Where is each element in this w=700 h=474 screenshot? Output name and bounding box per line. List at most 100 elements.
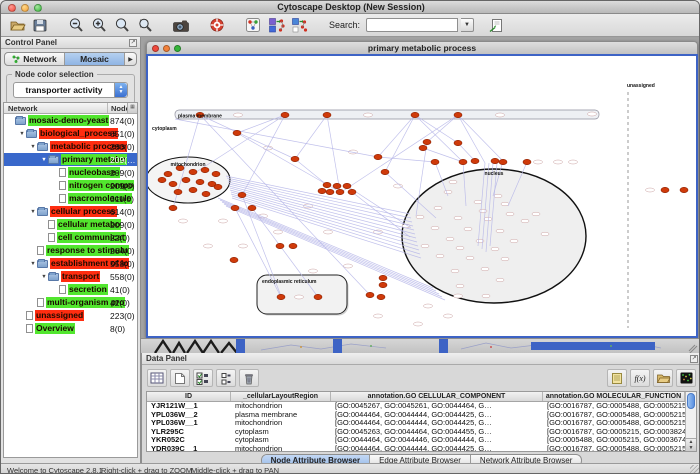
tree-row[interactable]: ▼establishment of lo558(0) — [4, 257, 137, 270]
network-node[interactable] — [379, 275, 387, 280]
zoom-in-icon[interactable] — [89, 16, 109, 35]
network-node[interactable] — [323, 112, 331, 117]
network-node[interactable] — [336, 189, 344, 194]
scrollbar-arrows[interactable]: ▲▼ — [686, 438, 696, 451]
column-header-cellular-component[interactable]: annotation.GO CELLULAR_COMPONENT — [331, 392, 543, 401]
network-node[interactable] — [169, 181, 177, 186]
network-node[interactable] — [212, 171, 220, 176]
tree-row[interactable]: ▼transport558(0) — [4, 270, 137, 283]
network-node[interactable] — [411, 112, 419, 117]
table-row[interactable]: YPL036W__2plasma membrane[GO:0044464, GO… — [147, 411, 685, 420]
layout-xy-icon[interactable] — [266, 16, 286, 35]
network-node[interactable] — [291, 156, 299, 161]
background-windows-strip[interactable] — [141, 338, 700, 353]
network-node[interactable] — [164, 171, 172, 176]
search-dropdown-arrow[interactable]: ▼ — [461, 18, 474, 32]
annotation-icon[interactable] — [486, 16, 506, 35]
network-node[interactable] — [661, 187, 669, 192]
disclosure-triangle[interactable]: ▼ — [40, 157, 48, 163]
network-node[interactable] — [201, 167, 209, 172]
disclosure-triangle[interactable]: ▼ — [29, 261, 37, 267]
tree-row[interactable]: multi-organism pro42(0) — [4, 296, 137, 309]
tree-row[interactable]: cell communicat22(0) — [4, 231, 137, 244]
tree-row[interactable]: ▼metabolic process280(0) — [4, 140, 137, 153]
network-node[interactable] — [323, 182, 331, 187]
network-node[interactable] — [238, 192, 246, 197]
table-row[interactable]: YJR121W__1mitochondrion[GO:0045267, GO:0… — [147, 402, 685, 411]
tree-row[interactable]: macromolecule311(0) — [4, 192, 137, 205]
network-node[interactable] — [523, 159, 531, 164]
column-header-molecular-function[interactable]: annotation.GO MOLECULAR_FUNCTION — [543, 392, 685, 401]
scrollbar-thumb[interactable] — [687, 393, 695, 409]
network-node[interactable] — [174, 189, 182, 194]
network-node[interactable] — [454, 140, 462, 145]
tree-row[interactable]: nitrogen compo209(0) — [4, 179, 137, 192]
network-canvas[interactable]: plasma membrane cytoplasm mitochondrion … — [146, 54, 698, 338]
tree-row[interactable]: unassigned223(0) — [4, 309, 137, 322]
layout-attr-icon[interactable] — [289, 16, 309, 35]
network-view-window[interactable]: primary metabolic process — [146, 41, 698, 338]
network-node[interactable] — [377, 294, 385, 299]
network-node[interactable] — [196, 179, 204, 184]
table-row[interactable]: YKR052Ccytoplasm[GO:0044464, GO:0044446,… — [147, 436, 685, 445]
tab-mosaic[interactable]: Mosaic — [65, 53, 125, 65]
tree-row[interactable]: cellular metabo209(0) — [4, 218, 137, 231]
network-node[interactable] — [214, 184, 222, 189]
select-attributes-icon[interactable] — [193, 369, 213, 387]
network-node[interactable] — [326, 189, 334, 194]
column-header-id[interactable]: ID — [147, 392, 231, 401]
table-row[interactable]: YDR039C__1mitochondrion[GO:0044464, GO:0… — [147, 445, 685, 452]
network-node[interactable] — [374, 154, 382, 159]
tree-row[interactable]: ▼biological_process651(0) — [4, 127, 137, 140]
tree-row[interactable]: response to stimulu264(0) — [4, 244, 137, 257]
column-header-region[interactable]: _cellularLayoutRegion — [231, 392, 331, 401]
network-node[interactable] — [379, 282, 387, 287]
network-node[interactable] — [289, 243, 297, 248]
tab-network[interactable]: Network — [5, 53, 65, 65]
matrix-view-icon[interactable] — [676, 369, 696, 387]
network-node[interactable] — [189, 169, 197, 174]
network-node[interactable] — [459, 159, 467, 164]
tree-col-network[interactable]: Network — [4, 103, 108, 113]
import-attributes-icon[interactable] — [653, 369, 673, 387]
network-node[interactable] — [680, 187, 688, 192]
float-panel-icon[interactable]: ↗ — [129, 39, 137, 47]
network-node[interactable] — [231, 205, 239, 210]
search-input[interactable] — [366, 18, 458, 32]
tree-row[interactable]: nucleobase-209(0) — [4, 166, 137, 179]
network-canvas-svg[interactable]: plasma membrane cytoplasm mitochondrion … — [148, 56, 696, 336]
network-node[interactable] — [381, 169, 389, 174]
network-node[interactable] — [348, 189, 356, 194]
network-node[interactable] — [471, 158, 479, 163]
network-node[interactable] — [233, 130, 241, 135]
network-node[interactable] — [202, 191, 210, 196]
zoom-fit-icon[interactable] — [112, 16, 132, 35]
new-attribute-icon[interactable] — [170, 369, 190, 387]
network-node[interactable] — [277, 294, 285, 299]
network-node[interactable] — [423, 139, 431, 144]
tree-row[interactable]: Overview8(0) — [4, 322, 137, 335]
window-resize-grip[interactable] — [690, 465, 700, 474]
network-node[interactable] — [419, 145, 427, 150]
network-node[interactable] — [158, 177, 166, 182]
notes-icon[interactable] — [607, 369, 627, 387]
network-node[interactable] — [281, 112, 289, 117]
network-node[interactable] — [169, 205, 177, 210]
tree-row[interactable]: secretion41(0) — [4, 283, 137, 296]
network-node[interactable] — [333, 183, 341, 188]
network-node[interactable] — [314, 294, 322, 299]
network-node[interactable] — [366, 292, 374, 297]
snapshot-icon[interactable] — [171, 16, 191, 35]
more-tabs-arrow[interactable]: ▶ — [125, 53, 136, 65]
vizmapper-icon[interactable] — [243, 16, 263, 35]
delete-attribute-icon[interactable] — [239, 369, 259, 387]
network-node[interactable] — [431, 159, 439, 164]
nucleus-region[interactable] — [402, 169, 586, 303]
tree-column-options-icon[interactable]: ▦ — [127, 103, 137, 113]
function-builder-icon[interactable]: f(x) — [630, 369, 650, 387]
network-node[interactable] — [491, 158, 499, 163]
tree-row[interactable]: ▼cellular process614(0) — [4, 205, 137, 218]
zoom-out-icon[interactable] — [66, 16, 86, 35]
network-node[interactable] — [248, 205, 256, 210]
network-node[interactable] — [276, 243, 284, 248]
